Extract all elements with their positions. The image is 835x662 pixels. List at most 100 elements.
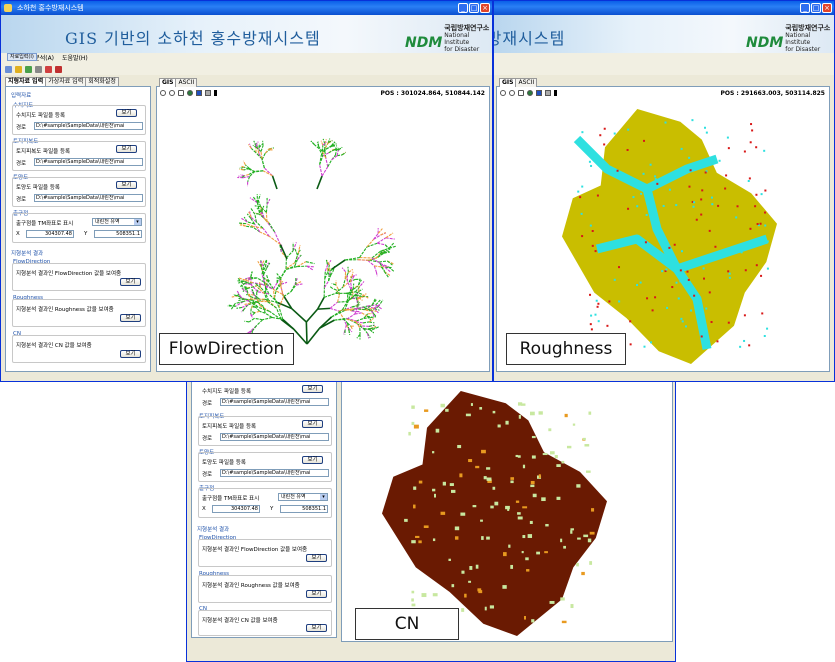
gis-map-area[interactable] <box>341 382 673 642</box>
cn-cell <box>478 590 483 594</box>
landuse-view-button[interactable]: 보기 <box>116 181 137 189</box>
logo-sub1: National Institute <box>785 32 811 46</box>
flow-segment <box>330 270 334 276</box>
new-icon[interactable] <box>5 66 12 73</box>
roughness-cell <box>616 169 619 172</box>
settings-icon[interactable] <box>35 66 42 73</box>
flow-segment <box>239 224 246 227</box>
y-field[interactable]: 508351.1 <box>280 505 328 513</box>
stop-icon[interactable] <box>45 66 52 73</box>
maximize-button[interactable]: □ <box>469 3 479 13</box>
flow-segment <box>354 306 364 310</box>
x-field[interactable]: 304307.48 <box>26 230 74 238</box>
title-bar[interactable]: 소하천 홍수방재시스템 _ □ × <box>1 1 492 15</box>
zoom-in-icon[interactable] <box>500 90 506 96</box>
rough-view-button[interactable]: 보기 <box>306 590 327 598</box>
cn-view-button[interactable]: 보기 <box>120 350 141 358</box>
roughness-cell <box>577 190 580 193</box>
cn-cell <box>503 552 507 557</box>
roughness-cell <box>591 244 594 247</box>
stream-path-field[interactable]: D:\#sample\SampleData\내린천\mai <box>34 122 143 130</box>
forward-arrow-icon[interactable] <box>205 90 211 96</box>
map-tools <box>500 90 558 96</box>
title-bar[interactable]: _ □ × <box>494 1 834 15</box>
zoom-out-icon[interactable] <box>169 90 175 96</box>
cn-view-button[interactable]: 보기 <box>306 624 327 632</box>
tab-optimization[interactable]: 회적화설정 <box>85 77 119 86</box>
logo-mark: NDM <box>405 34 443 51</box>
cn-cell <box>556 464 561 467</box>
pointer-icon[interactable] <box>554 90 558 96</box>
maximize-button[interactable]: □ <box>811 3 821 13</box>
cn-cell <box>435 428 440 433</box>
flow-group <box>12 263 146 291</box>
delete-icon[interactable] <box>55 66 62 73</box>
roughness-cell <box>681 320 684 323</box>
back-arrow-icon[interactable] <box>196 90 202 96</box>
back-arrow-icon[interactable] <box>536 90 542 96</box>
flow-segment <box>359 246 368 258</box>
cn-cell <box>481 449 486 454</box>
tab-ascii[interactable]: ASCII <box>515 78 538 87</box>
cn-cell <box>424 409 429 412</box>
tab-gis[interactable]: GIS <box>499 78 517 87</box>
flow-segment <box>256 319 263 327</box>
menu-help[interactable]: 도움말(H) <box>62 53 88 64</box>
roughness-cell <box>680 250 683 253</box>
menu-analysis[interactable]: 분석(A) <box>34 53 54 64</box>
roughness-cell <box>639 281 642 284</box>
rough-view-button[interactable]: 보기 <box>120 314 141 322</box>
tab-ascii[interactable]: ASCII <box>175 78 198 87</box>
rough-label: 지형분석 결과인 Roughness 값을 보여줌 <box>202 583 300 589</box>
soil-path-field[interactable]: D:\#sample\SampleData\내린천\mai <box>220 433 329 441</box>
globe-icon[interactable] <box>527 90 533 96</box>
gis-map-area[interactable]: GIS ASCII POS : 291663.003, 503114.825 <box>496 78 830 372</box>
flow-segment <box>334 150 337 156</box>
x-field[interactable]: 304307.48 <box>212 505 260 513</box>
minimize-button[interactable]: _ <box>458 3 468 13</box>
open-icon[interactable] <box>15 66 22 73</box>
roughness-basin <box>562 109 777 364</box>
flow-segment <box>356 317 364 322</box>
roughness-cell <box>680 147 683 150</box>
landuse-path-field[interactable]: D:\#sample\SampleData\내린천\mai <box>220 469 329 477</box>
y-field[interactable]: 508351.1 <box>94 230 142 238</box>
tab-virtual-input[interactable]: 가상자료 입력 <box>45 77 87 86</box>
pan-icon[interactable] <box>178 90 184 96</box>
soil-path-field[interactable]: D:\#sample\SampleData\내린천\mai <box>34 158 143 166</box>
tab-gis[interactable]: GIS <box>159 78 177 87</box>
roughness-cell <box>654 227 657 230</box>
roughness-cell <box>640 192 643 195</box>
menu-data-input[interactable]: 자료입력(I) <box>7 53 37 61</box>
run-icon[interactable] <box>25 66 32 73</box>
roughness-cell <box>761 312 764 315</box>
zoom-in-icon[interactable] <box>160 90 166 96</box>
soil-view-button[interactable]: 보기 <box>302 420 323 428</box>
roughness-cell <box>688 156 691 159</box>
tab-terrain-input[interactable]: 지형자료 입력 <box>5 77 47 86</box>
forward-arrow-icon[interactable] <box>545 90 551 96</box>
result-group-label: 지형분석 결과 <box>10 249 45 257</box>
zoom-out-icon[interactable] <box>509 90 515 96</box>
landuse-path-field[interactable]: D:\#sample\SampleData\내린천\mai <box>34 194 143 202</box>
gis-map-area[interactable]: GIS ASCII POS : 301024.864, 510844.142 <box>156 78 490 372</box>
rough-group <box>12 299 146 327</box>
landuse-view-button[interactable]: 보기 <box>302 456 323 464</box>
outlet-select[interactable]: 내린천 유역 ▾ <box>92 218 142 226</box>
close-button[interactable]: × <box>480 3 490 13</box>
flow-segment <box>336 154 343 157</box>
soil-view-button[interactable]: 보기 <box>116 145 137 153</box>
flow-view-button[interactable]: 보기 <box>306 554 327 562</box>
outlet-select[interactable]: 내린천 유역 ▾ <box>278 493 328 501</box>
stream-view-button[interactable]: 보기 <box>302 385 323 393</box>
stream-path-field[interactable]: D:\#sample\SampleData\내린천\mai <box>220 398 329 406</box>
stream-view-button[interactable]: 보기 <box>116 109 137 117</box>
globe-icon[interactable] <box>187 90 193 96</box>
pan-icon[interactable] <box>518 90 524 96</box>
flow-segment <box>252 282 262 285</box>
close-button[interactable]: × <box>822 3 832 13</box>
minimize-button[interactable]: _ <box>800 3 810 13</box>
flow-view-button[interactable]: 보기 <box>120 278 141 286</box>
cn-cell <box>549 600 555 604</box>
pointer-icon[interactable] <box>214 90 218 96</box>
